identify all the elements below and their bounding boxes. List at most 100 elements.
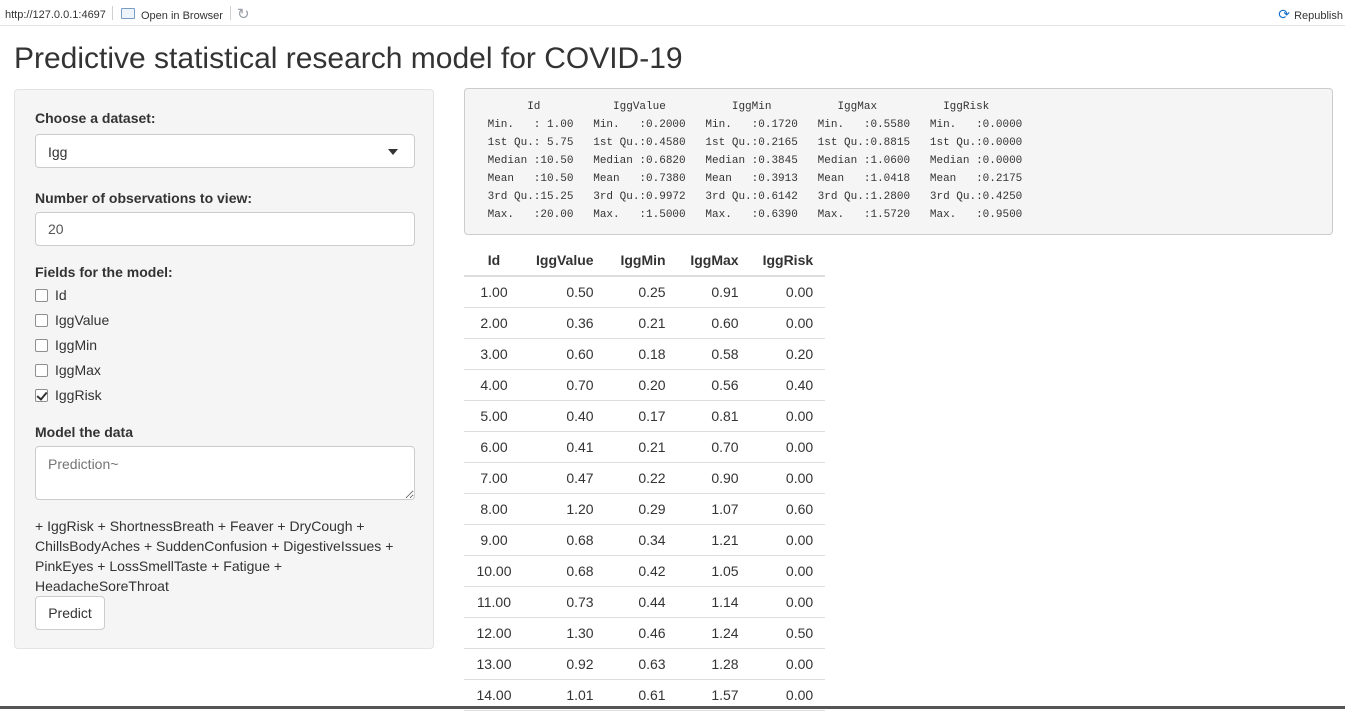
table-row: 12.00 1.30 0.46 1.24 0.50 xyxy=(464,617,826,649)
obs-input[interactable] xyxy=(35,212,415,246)
column-header: IggMax xyxy=(677,245,751,277)
table-cell: 0.21 xyxy=(605,307,678,339)
table-cell: 0.47 xyxy=(524,462,606,494)
table-cell: 0.00 xyxy=(750,400,826,432)
checkbox[interactable] xyxy=(35,289,48,302)
table-row: 2.00 0.36 0.21 0.60 0.00 xyxy=(464,307,826,339)
dataset-select[interactable]: Igg xyxy=(35,134,415,168)
table-cell: 0.73 xyxy=(524,586,606,618)
table-cell: 0.56 xyxy=(677,369,751,401)
table-cell: 0.63 xyxy=(605,648,678,680)
table-cell: 1.00 xyxy=(464,276,524,308)
table-cell: 0.18 xyxy=(605,338,678,370)
table-cell: 13.00 xyxy=(464,648,524,680)
checkbox-label: IggMin xyxy=(55,337,98,353)
table-row: 8.00 1.20 0.29 1.07 0.60 xyxy=(464,493,826,525)
table-cell: 0.17 xyxy=(605,400,678,432)
table-row: 6.00 0.41 0.21 0.70 0.00 xyxy=(464,431,826,463)
table-cell: 0.00 xyxy=(750,431,826,463)
model-label: Model the data xyxy=(35,424,134,440)
table-cell: 8.00 xyxy=(464,493,524,525)
open-in-browser-button[interactable]: Open in Browser xyxy=(141,10,223,22)
formula-text: + IggRisk + ShortnessBreath + Feaver + D… xyxy=(35,518,394,594)
table-cell: 0.58 xyxy=(677,338,751,370)
table-cell: 0.00 xyxy=(750,648,826,680)
table-cell: 1.30 xyxy=(524,617,606,649)
dataset-select-value: Igg xyxy=(48,144,68,160)
table-cell: 0.20 xyxy=(605,369,678,401)
table-cell: 0.46 xyxy=(605,617,678,649)
table-cell: 0.70 xyxy=(524,369,606,401)
table-cell: 0.50 xyxy=(750,617,826,649)
table-cell: 0.00 xyxy=(750,462,826,494)
table-cell: 0.22 xyxy=(605,462,678,494)
refresh-icon[interactable]: ↻ xyxy=(237,5,250,23)
url-text: http://127.0.0.1:4697 xyxy=(5,9,106,21)
page-title: Predictive statistical research model fo… xyxy=(14,42,683,75)
table-cell: 0.40 xyxy=(524,400,606,432)
column-header: IggMin xyxy=(605,245,678,277)
viewer-toolbar: http://127.0.0.1:4697 Open in Browser ↻ … xyxy=(0,0,1345,26)
table-cell: 0.25 xyxy=(605,276,678,308)
column-header: Id xyxy=(464,245,524,277)
table-header-row: Id IggValue IggMin IggMax IggRisk xyxy=(464,245,826,277)
checkbox-label: IggMax xyxy=(55,362,101,378)
table-cell: 1.05 xyxy=(677,555,751,587)
table-cell: 0.00 xyxy=(750,555,826,587)
table-cell: 10.00 xyxy=(464,555,524,587)
checkbox[interactable] xyxy=(35,314,48,327)
republish-icon[interactable]: ⟳ xyxy=(1278,6,1290,23)
table-cell: 0.91 xyxy=(677,276,751,308)
checkbox-label: IggRisk xyxy=(55,387,102,403)
table-cell: 9.00 xyxy=(464,524,524,556)
table-cell: 0.40 xyxy=(750,369,826,401)
sidebar-panel: Choose a dataset: Igg Number of observat… xyxy=(14,89,434,649)
table-cell: 0.60 xyxy=(750,493,826,525)
checkbox[interactable] xyxy=(35,364,48,377)
table-cell: 1.28 xyxy=(677,648,751,680)
table-cell: 1.24 xyxy=(677,617,751,649)
table-cell: 0.70 xyxy=(677,431,751,463)
table-row: 3.00 0.60 0.18 0.58 0.20 xyxy=(464,338,826,370)
table-row: 1.00 0.50 0.25 0.91 0.00 xyxy=(464,276,826,308)
table-cell: 0.60 xyxy=(677,307,751,339)
table-row: 11.00 0.73 0.44 1.14 0.00 xyxy=(464,586,826,618)
table-row: 10.00 0.68 0.42 1.05 0.00 xyxy=(464,555,826,587)
table-cell: 7.00 xyxy=(464,462,524,494)
toolbar-divider xyxy=(230,6,231,20)
table-cell: 1.07 xyxy=(677,493,751,525)
table-cell: 0.44 xyxy=(605,586,678,618)
table-cell: 0.92 xyxy=(524,648,606,680)
table-cell: 0.60 xyxy=(524,338,606,370)
table-row: 7.00 0.47 0.22 0.90 0.00 xyxy=(464,462,826,494)
checkbox[interactable] xyxy=(35,339,48,352)
table-row: 13.00 0.92 0.63 1.28 0.00 xyxy=(464,648,826,680)
table-cell: 0.50 xyxy=(524,276,606,308)
table-cell: 0.20 xyxy=(750,338,826,370)
table-cell: 1.14 xyxy=(677,586,751,618)
table-cell: 0.68 xyxy=(524,524,606,556)
checkbox-label: IggValue xyxy=(55,312,110,328)
table-cell: 0.00 xyxy=(750,524,826,556)
table-cell: 0.81 xyxy=(677,400,751,432)
table-cell: 1.20 xyxy=(524,493,606,525)
table-cell: 0.42 xyxy=(605,555,678,587)
table-cell: 6.00 xyxy=(464,431,524,463)
table-cell: 11.00 xyxy=(464,586,524,618)
republish-button[interactable]: Republish xyxy=(1294,10,1343,22)
data-table: Id IggValue IggMin IggMax IggRisk 1.00 0.… xyxy=(464,245,826,711)
checkbox-label: Id xyxy=(55,287,67,303)
predict-button[interactable]: Predict xyxy=(35,596,105,630)
table-cell: 0.36 xyxy=(524,307,606,339)
table-cell: 1.21 xyxy=(677,524,751,556)
open-browser-icon[interactable] xyxy=(121,8,135,19)
chevron-down-icon xyxy=(388,149,398,155)
fields-label: Fields for the model: xyxy=(35,264,173,280)
column-header: IggValue xyxy=(524,245,606,277)
obs-label: Number of observations to view: xyxy=(35,190,253,206)
model-formula-textarea[interactable] xyxy=(35,446,415,500)
table-cell: 0.41 xyxy=(524,431,606,463)
checkbox-checked[interactable] xyxy=(35,389,48,402)
table-cell: 3.00 xyxy=(464,338,524,370)
table-cell: 4.00 xyxy=(464,369,524,401)
